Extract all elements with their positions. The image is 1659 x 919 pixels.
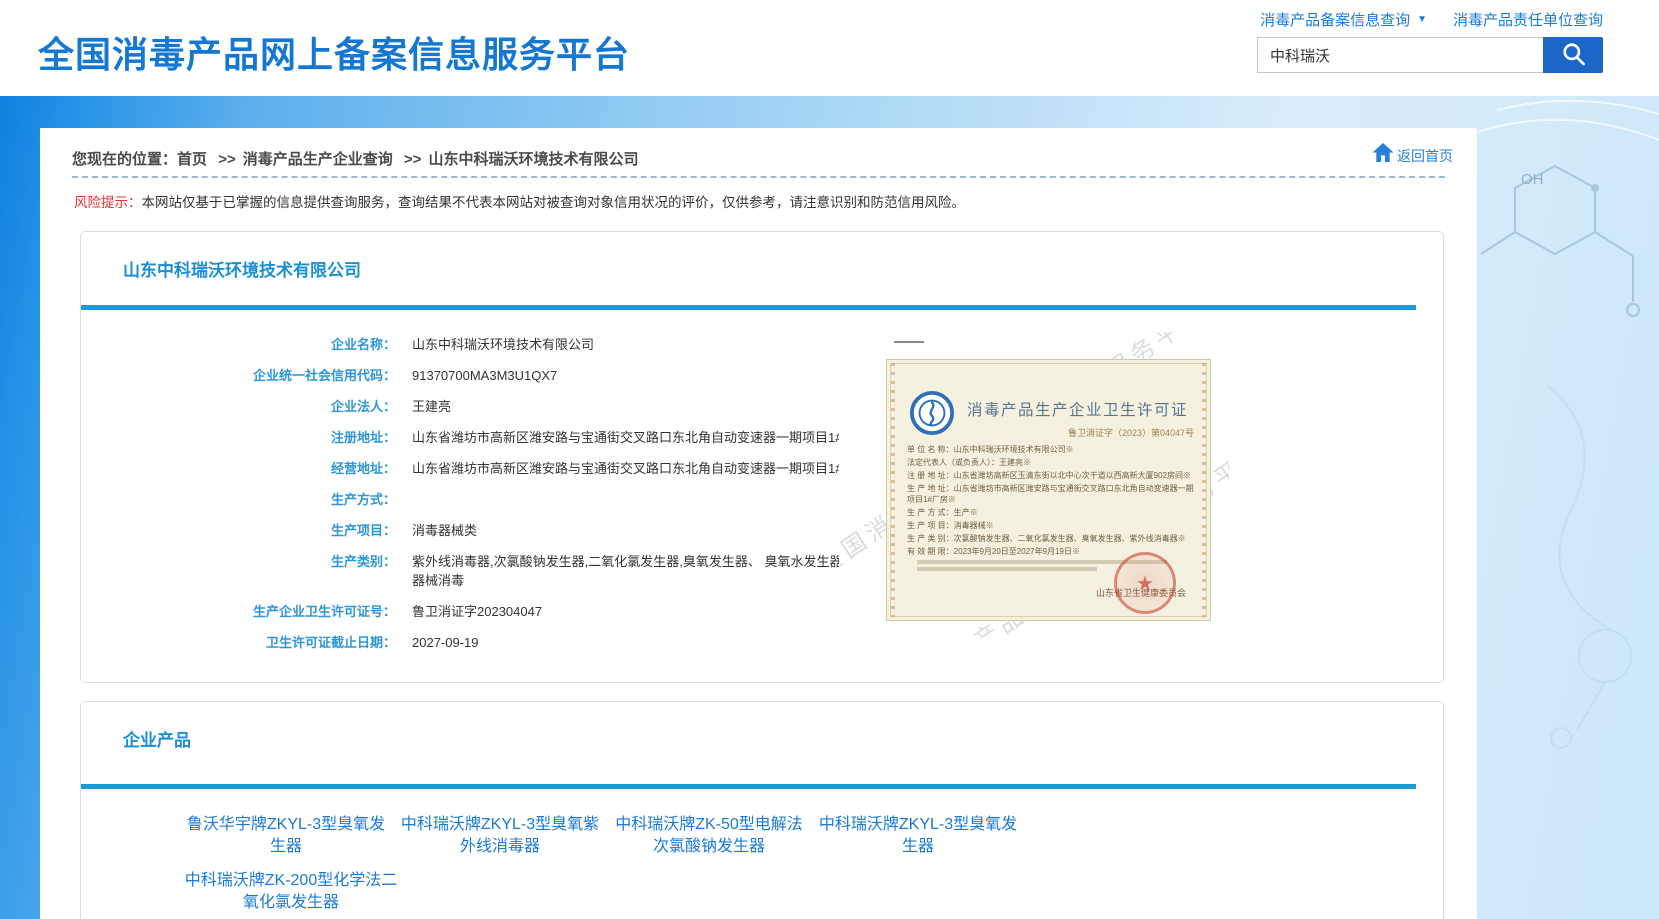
field-row-production-project: 生产项目： 消毒器械类 <box>81 521 901 540</box>
field-row-production-mode: 生产方式： <box>81 490 901 509</box>
breadcrumb-prefix: 您现在的位置： <box>72 151 177 168</box>
search-icon <box>1560 40 1587 70</box>
back-home-link[interactable]: 返回首页 <box>1371 142 1453 166</box>
site-title: 全国消毒产品网上备案信息服务平台 <box>38 26 630 78</box>
breadcrumb: 您现在的位置：首页 >> 消毒产品生产企业查询 >> 山东中科瑞沃环境技术有限公司 <box>72 151 638 168</box>
field-value: 山东省潍坊市高新区潍安路与宝通街交叉路口东北角自动变速器一期项目1#厂房 <box>412 459 868 478</box>
field-label: 企业法人： <box>81 397 396 416</box>
product-link[interactable]: 鲁沃华宇牌ZKYL-3型臭氧发生器 <box>183 814 389 858</box>
risk-notice: 风险提示：本网站仅基于已掌握的信息提供查询服务，查询结果不代表本网站对被查询对象… <box>74 191 1477 211</box>
field-label: 生产方式： <box>81 490 396 509</box>
field-row-legal-person: 企业法人： 王建亮 <box>81 397 901 416</box>
field-value: 王建亮 <box>412 397 451 416</box>
product-link[interactable]: 中科瑞沃牌ZK-50型电解法次氯酸钠发生器 <box>611 814 807 858</box>
product-link[interactable]: 中科瑞沃牌ZKYL-3型臭氧紫外线消毒器 <box>397 814 603 858</box>
certificate-lines: 单 位 名 称：山东中科瑞沃环境技术有限公司※ 法定代表人（或负责人）：王建亮※… <box>907 444 1201 559</box>
field-label: 生产项目： <box>81 521 396 540</box>
certificate-number: 鲁卫消证字（2023）第04047号 <box>1068 426 1194 439</box>
site-header: 全国消毒产品网上备案信息服务平台 消毒产品备案信息查询 ▼ 消毒产品责任单位查询 <box>0 0 1659 96</box>
company-fields: 企业名称： 山东中科瑞沃环境技术有限公司 企业统一社会信用代码： 91370700M… <box>81 335 901 664</box>
nav-link-record-info-query-label: 消毒产品备案信息查询 <box>1260 9 1410 30</box>
breadcrumb-item-company: 山东中科瑞沃环境技术有限公司 <box>428 151 638 168</box>
field-row-registered-address: 注册地址： 山东省潍坊市高新区潍安路与宝通街交叉路口东北角自动变速器一期项目1#厂… <box>81 428 901 447</box>
field-label: 生产企业卫生许可证号： <box>81 602 396 621</box>
content-container: 您现在的位置：首页 >> 消毒产品生产企业查询 >> 山东中科瑞沃环境技术有限公司 … <box>40 128 1477 919</box>
field-value: 紫外线消毒器,次氯酸钠发生器,二氧化氯发生器,臭氧发生器、 臭氧水发生器,其他器… <box>412 552 874 590</box>
license-certificate-image: 全国消毒产品网上备案信息服务平台 全国消毒产品网上备案信息服务平台 消毒产品生产… <box>839 332 1229 638</box>
top-nav: 消毒产品备案信息查询 ▼ 消毒产品责任单位查询 <box>1260 9 1603 30</box>
product-link-list: 鲁沃华宇牌ZKYL-3型臭氧发生器 中科瑞沃牌ZKYL-3型臭氧紫外线消毒器 中… <box>183 814 1163 919</box>
field-value: 91370700MA3M3U1QX7 <box>412 366 557 385</box>
field-row-name: 企业名称： 山东中科瑞沃环境技术有限公司 <box>81 335 901 354</box>
field-row-business-address: 经营地址： 山东省潍坊市高新区潍安路与宝通街交叉路口东北角自动变速器一期项目1#厂… <box>81 459 901 478</box>
certificate-line: 生 产 方 式：生产※ <box>907 507 1201 518</box>
field-label: 生产类别： <box>81 552 396 590</box>
product-link[interactable]: 中科瑞沃牌ZKYL-3型臭氧发生器 <box>815 814 1021 858</box>
field-row-license-expiry: 卫生许可证截止日期： 2027-09-19 <box>81 633 901 652</box>
chevron-down-icon: ▼ <box>1417 14 1427 25</box>
field-label: 卫生许可证截止日期： <box>81 633 396 652</box>
card-title-rule <box>81 784 1416 789</box>
search-button[interactable] <box>1543 37 1603 73</box>
field-value: 山东中科瑞沃环境技术有限公司 <box>412 335 594 354</box>
company-card-title: 山东中科瑞沃环境技术有限公司 <box>123 256 361 281</box>
nav-link-responsible-unit-query[interactable]: 消毒产品责任单位查询 <box>1453 9 1603 30</box>
field-row-credit-code: 企业统一社会信用代码： 91370700MA3M3U1QX7 <box>81 366 901 385</box>
breadcrumb-separator: >> <box>218 151 236 168</box>
risk-notice-label: 风险提示： <box>74 195 142 210</box>
field-value: 2027-09-19 <box>412 633 479 652</box>
dashed-divider <box>72 176 1445 178</box>
field-label: 注册地址： <box>81 428 396 447</box>
certificate-fine-print <box>917 567 1097 571</box>
red-seal-icon: ★ <box>1114 552 1176 614</box>
card-title-rule <box>81 305 1416 310</box>
field-value: 鲁卫消证字202304047 <box>412 602 542 621</box>
home-icon <box>1371 142 1395 166</box>
breadcrumb-row: 您现在的位置：首页 >>消毒产品生产企业查询 >>山东中科瑞沃环境技术有限公司 … <box>40 128 1477 168</box>
certificate-dash-mark <box>894 341 924 343</box>
product-link[interactable]: 中科瑞沃牌ZK-200型化学法二氧化氯发生器 <box>183 870 399 914</box>
certificate-line: 生 产 地 址：山东省潍坊市高新区潍安路与宝通街交叉路口东北角自动变速器一期项目… <box>907 483 1201 505</box>
breadcrumb-item-enterprise-query[interactable]: 消毒产品生产企业查询 <box>243 151 393 168</box>
certificate-line: 生 产 类 别：次氯酸钠发生器、二氧化氯发生器、臭氧发生器、紫外线消毒器※ <box>907 533 1201 544</box>
field-label: 企业名称： <box>81 335 396 354</box>
company-info-card: 山东中科瑞沃环境技术有限公司 企业名称： 山东中科瑞沃环境技术有限公司 企业统一社… <box>80 231 1444 683</box>
field-row-license-number: 生产企业卫生许可证号： 鲁卫消证字202304047 <box>81 602 901 621</box>
certificate-line: 注 册 地 址：山东省潍坊高新区玉清东街以北中心次干道以西高新大厦902房间※ <box>907 470 1201 481</box>
search-area <box>1257 37 1603 73</box>
search-input[interactable] <box>1257 37 1543 73</box>
back-home-label: 返回首页 <box>1397 146 1453 166</box>
field-value: 山东省潍坊市高新区潍安路与宝通街交叉路口东北角自动变速器一期项目1#厂房 <box>412 428 868 447</box>
nav-link-responsible-unit-query-label: 消毒产品责任单位查询 <box>1453 9 1603 30</box>
field-label: 经营地址： <box>81 459 396 478</box>
nav-link-record-info-query[interactable]: 消毒产品备案信息查询 ▼ <box>1260 9 1427 30</box>
products-card-title: 企业产品 <box>123 726 191 751</box>
field-value: 消毒器械类 <box>412 521 477 540</box>
certificate-line: 单 位 名 称：山东中科瑞沃环境技术有限公司※ <box>907 444 1201 455</box>
company-products-card: 企业产品 鲁沃华宇牌ZKYL-3型臭氧发生器 中科瑞沃牌ZKYL-3型臭氧紫外线… <box>80 701 1444 919</box>
health-commission-emblem-icon <box>909 390 955 441</box>
certificate-line: 生 产 项 目：消毒器械※ <box>907 520 1201 531</box>
risk-notice-text: 本网站仅基于已掌握的信息提供查询服务，查询结果不代表本网站对被查询对象信用状况的… <box>142 195 966 210</box>
header-right-area: 消毒产品备案信息查询 ▼ 消毒产品责任单位查询 <box>1257 9 1603 73</box>
certificate-title: 消毒产品生产企业卫生许可证 <box>967 398 1188 420</box>
field-row-production-category: 生产类别： 紫外线消毒器,次氯酸钠发生器,二氧化氯发生器,臭氧发生器、 臭氧水发生… <box>81 552 901 590</box>
field-label: 企业统一社会信用代码： <box>81 366 396 385</box>
breadcrumb-item-home[interactable]: 首页 <box>177 151 207 168</box>
certificate-line: 法定代表人（或负责人）：王建亮※ <box>907 457 1201 468</box>
breadcrumb-separator: >> <box>404 151 422 168</box>
certificate-paper: 消毒产品生产企业卫生许可证 鲁卫消证字（2023）第04047号 单 位 名 称… <box>886 359 1211 621</box>
